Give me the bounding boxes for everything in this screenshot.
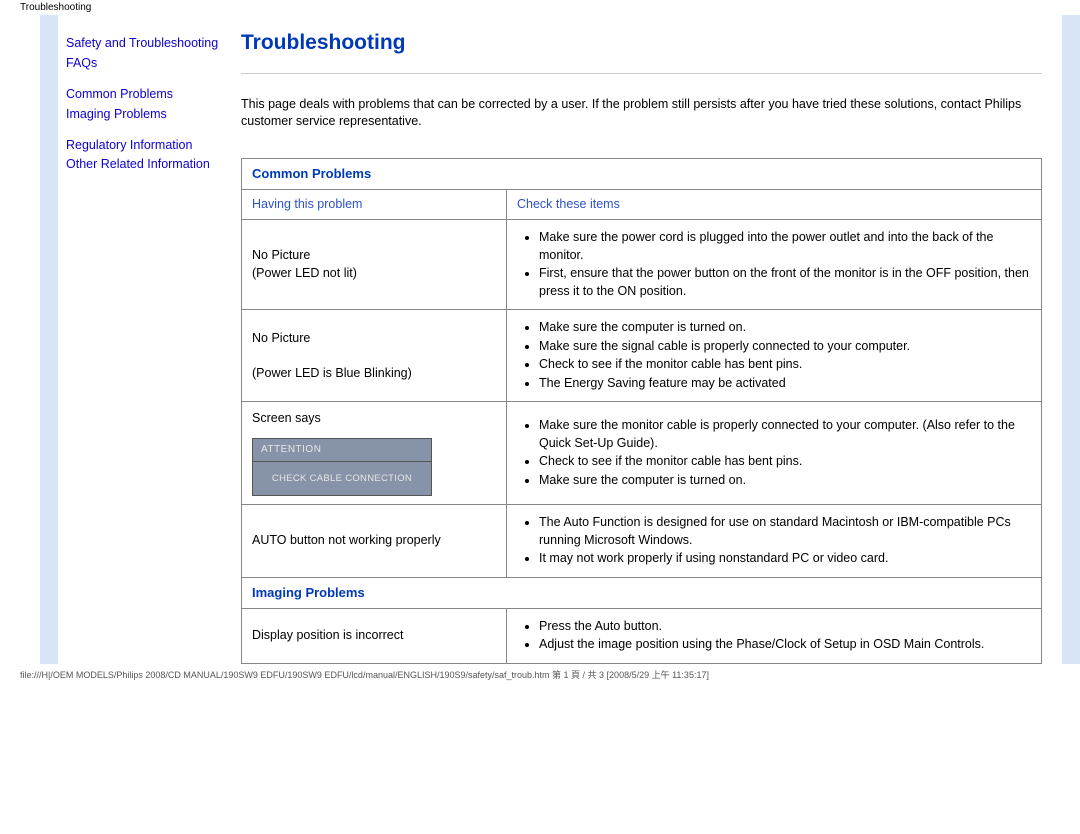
sidebar-link-regulatory[interactable]: Regulatory Information: [66, 137, 225, 154]
left-decorative-bar: [40, 15, 58, 664]
check-item: Make sure the monitor cable is properly …: [539, 417, 1031, 452]
check-item: The Energy Saving feature may be activat…: [539, 375, 1031, 393]
problem-line: No Picture: [252, 248, 310, 262]
sidebar-link-safety[interactable]: Safety and Troubleshooting: [66, 35, 225, 52]
check-item: Adjust the image position using the Phas…: [539, 636, 1031, 654]
check-item: Make sure the power cord is plugged into…: [539, 229, 1031, 264]
sidebar-link-common-problems[interactable]: Common Problems: [66, 86, 225, 103]
section-header-row: Imaging Problems: [242, 577, 1042, 608]
col-header-checks: Check these items: [507, 189, 1042, 220]
attention-title: ATTENTION: [253, 439, 431, 462]
problem-line: Display position is incorrect: [252, 628, 403, 642]
troubleshooting-table: Common Problems Having this problem Chec…: [241, 158, 1042, 664]
col-header-problem: Having this problem: [242, 189, 507, 220]
problem-cell: Screen says ATTENTION CHECK CABLE CONNEC…: [242, 402, 507, 505]
check-item: Make sure the computer is turned on.: [539, 319, 1031, 337]
attention-box: ATTENTION CHECK CABLE CONNECTION: [252, 438, 432, 496]
right-decorative-bar: [1062, 15, 1080, 664]
checks-cell: Make sure the computer is turned on. Mak…: [507, 310, 1042, 402]
column-header-row: Having this problem Check these items: [242, 189, 1042, 220]
problem-line: (Power LED not lit): [252, 266, 357, 280]
sidebar: Safety and Troubleshooting FAQs Common P…: [64, 15, 229, 664]
check-item: Make sure the signal cable is properly c…: [539, 338, 1031, 356]
check-item: It may not work properly if using nonsta…: [539, 550, 1031, 568]
check-item: Check to see if the monitor cable has be…: [539, 453, 1031, 471]
title-divider: [241, 73, 1042, 74]
sidebar-link-other-related[interactable]: Other Related Information: [66, 156, 225, 173]
table-row: Screen says ATTENTION CHECK CABLE CONNEC…: [242, 402, 1042, 505]
attention-body: CHECK CABLE CONNECTION: [253, 462, 431, 495]
section-header-row: Common Problems: [242, 158, 1042, 189]
problem-line: Screen says: [252, 411, 321, 425]
problem-cell: Display position is incorrect: [242, 608, 507, 663]
table-row: Display position is incorrect Press the …: [242, 608, 1042, 663]
page-title: Troubleshooting: [241, 31, 1042, 55]
problem-cell: No Picture (Power LED not lit): [242, 220, 507, 310]
imaging-problems-header: Imaging Problems: [242, 577, 1042, 608]
window-title: Troubleshooting: [0, 0, 1080, 15]
check-item: First, ensure that the power button on t…: [539, 265, 1031, 300]
check-item: Make sure the computer is turned on.: [539, 472, 1031, 490]
check-item: Press the Auto button.: [539, 618, 1031, 636]
checks-cell: The Auto Function is designed for use on…: [507, 505, 1042, 578]
checks-cell: Make sure the monitor cable is properly …: [507, 402, 1042, 505]
checks-cell: Press the Auto button. Adjust the image …: [507, 608, 1042, 663]
common-problems-header: Common Problems: [242, 158, 1042, 189]
footer-path: file:///H|/OEM MODELS/Philips 2008/CD MA…: [0, 664, 1080, 687]
sidebar-link-imaging-problems[interactable]: Imaging Problems: [66, 106, 225, 123]
table-row: AUTO button not working properly The Aut…: [242, 505, 1042, 578]
main-content: Troubleshooting This page deals with pro…: [229, 15, 1062, 664]
problem-cell: AUTO button not working properly: [242, 505, 507, 578]
problem-line: (Power LED is Blue Blinking): [252, 366, 412, 380]
page-wrap: Safety and Troubleshooting FAQs Common P…: [0, 15, 1080, 664]
table-row: No Picture (Power LED not lit) Make sure…: [242, 220, 1042, 310]
check-item: The Auto Function is designed for use on…: [539, 514, 1031, 549]
sidebar-link-faqs[interactable]: FAQs: [66, 55, 225, 72]
table-row: No Picture (Power LED is Blue Blinking) …: [242, 310, 1042, 402]
problem-line: No Picture: [252, 331, 310, 345]
check-item: Check to see if the monitor cable has be…: [539, 356, 1031, 374]
problem-line: AUTO button not working properly: [252, 533, 441, 547]
intro-text: This page deals with problems that can b…: [241, 96, 1042, 130]
problem-cell: No Picture (Power LED is Blue Blinking): [242, 310, 507, 402]
checks-cell: Make sure the power cord is plugged into…: [507, 220, 1042, 310]
